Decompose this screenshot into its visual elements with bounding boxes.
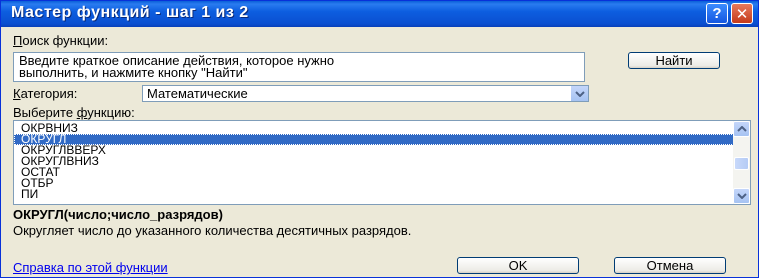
select-function-label: Выберите функцию: bbox=[13, 105, 135, 120]
list-item-selected[interactable]: ОКРУГЛ bbox=[14, 133, 750, 145]
find-button[interactable]: Найти bbox=[628, 52, 720, 69]
help-icon[interactable]: ? bbox=[706, 3, 728, 24]
list-item[interactable]: ПИ bbox=[14, 188, 750, 200]
category-selected-value: Математические bbox=[147, 86, 248, 101]
help-link[interactable]: Справка по этой функции bbox=[13, 260, 168, 275]
close-icon[interactable]: ✕ bbox=[731, 3, 753, 24]
search-input-line-2: выполнить, и нажмите кнопку "Найти" bbox=[19, 65, 248, 80]
scroll-up-icon[interactable] bbox=[733, 121, 750, 137]
category-select[interactable]: Математические bbox=[142, 85, 589, 102]
function-signature: ОКРУГЛ(число;число_разрядов) bbox=[13, 207, 223, 222]
list-item[interactable]: ОКРУГЛВВЕРХ bbox=[14, 144, 750, 156]
ok-button[interactable]: OK bbox=[457, 257, 579, 274]
function-description: Округляет число до указанного количества… bbox=[13, 223, 412, 238]
list-item[interactable]: ОТБР bbox=[14, 177, 750, 189]
category-label: Категория: bbox=[13, 86, 78, 101]
search-input[interactable]: Введите краткое описание действия, котор… bbox=[13, 52, 585, 82]
chevron-down-icon[interactable] bbox=[570, 86, 588, 101]
search-label: Поиск функции: bbox=[13, 33, 109, 48]
list-item[interactable]: ОКРВНИЗ bbox=[14, 122, 750, 134]
cancel-button[interactable]: Отмена bbox=[614, 257, 726, 274]
scroll-down-icon[interactable] bbox=[733, 188, 750, 204]
function-list[interactable]: ОКРВНИЗ ОКРУГЛ ОКРУГЛВВЕРХ ОКРУГЛВНИЗ ОС… bbox=[13, 120, 751, 205]
vertical-scrollbar[interactable] bbox=[733, 121, 750, 204]
list-item[interactable]: ОСТАТ bbox=[14, 166, 750, 178]
window-title: Мастер функций - шаг 1 из 2 bbox=[11, 4, 249, 21]
function-wizard-dialog: Мастер функций - шаг 1 из 2 ? ✕ Поиск фу… bbox=[0, 0, 759, 278]
list-item[interactable]: ОКРУГЛВНИЗ bbox=[14, 155, 750, 167]
scrollbar-thumb[interactable] bbox=[734, 157, 749, 170]
title-bar[interactable]: Мастер функций - шаг 1 из 2 ? ✕ bbox=[1, 1, 758, 27]
